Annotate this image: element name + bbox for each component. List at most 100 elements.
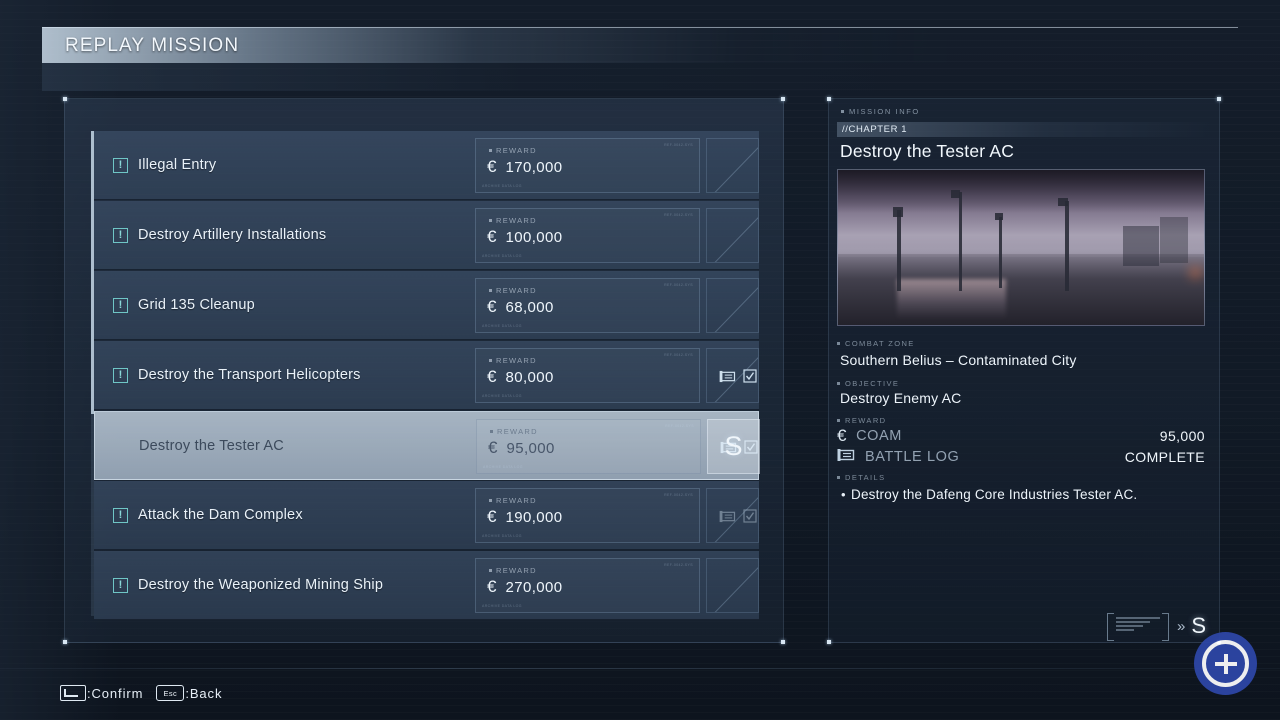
thumbnail-tower-cap xyxy=(1057,197,1068,206)
thumbnail-building xyxy=(1160,216,1189,263)
rank-chevron-icon: » xyxy=(1176,617,1185,635)
bullet-square-icon xyxy=(489,219,492,222)
mission-rank-footer: » S xyxy=(1084,611,1206,641)
mission-rank-box xyxy=(706,488,759,543)
thumbnail-fire-glow xyxy=(1191,267,1200,277)
coam-icon: € xyxy=(487,297,497,316)
objective-label: OBJECTIVE xyxy=(837,379,899,388)
empty-rank-slash-icon xyxy=(711,209,758,262)
mission-row[interactable]: ! Destroy Artillery Installations REF-00… xyxy=(94,201,759,270)
replay-mission-screen: REPLAY MISSION ! Illegal Entry REF-0042-… xyxy=(0,0,1280,720)
battle-log-value: COMPLETE xyxy=(1124,449,1205,465)
coam-icon: € xyxy=(837,426,848,445)
combat-zone-label-text: COMBAT ZONE xyxy=(845,339,915,348)
mission-row[interactable]: ! Illegal Entry REF-0042-SYS ARCHIVE DAT… xyxy=(94,131,759,200)
thumbnail-tower xyxy=(896,210,901,291)
coam-value: 95,000 xyxy=(1159,428,1205,444)
mission-reward-box: REF-0042-SYS ARCHIVE DATA LOG REWARD € 1… xyxy=(475,488,757,543)
mission-row[interactable]: ! Destroy the Weaponized Mining Ship REF… xyxy=(94,551,759,620)
corner-marker xyxy=(63,97,67,101)
mission-list-panel: ! Illegal Entry REF-0042-SYS ARCHIVE DAT… xyxy=(63,97,785,644)
thumbnail-tower xyxy=(999,216,1003,288)
chapter-label: //CHAPTER 1 xyxy=(842,124,908,135)
bullet-square-icon xyxy=(837,476,840,479)
mission-reward-value: 100,000 xyxy=(505,229,563,246)
mission-reward-box: REF-0042-SYS ARCHIVE DATA LOG REWARD € 6… xyxy=(475,278,700,333)
mission-reward-label: REWARD xyxy=(489,496,537,505)
corner-marker xyxy=(781,97,785,101)
details-label-text: DETAILS xyxy=(845,473,886,482)
coam-icon: € xyxy=(488,438,498,457)
bullet-square-icon xyxy=(489,499,492,502)
mission-row[interactable]: ! Grid 135 Cleanup REF-0042-SYS ARCHIVE … xyxy=(94,271,759,340)
mission-row[interactable]: ! Destroy the Transport Helicopters REF-… xyxy=(94,341,759,410)
objective-value: Destroy Enemy AC xyxy=(840,390,962,406)
bullet-square-icon xyxy=(489,359,492,362)
chapter-banner: //CHAPTER 1 xyxy=(837,122,1213,137)
coam-icon: € xyxy=(487,577,497,596)
mission-reward-amount: € 170,000 xyxy=(487,158,563,176)
details-text: Destroy the Dafeng Core Industries Teste… xyxy=(851,487,1138,502)
confirm-hint[interactable]: :Confirm xyxy=(60,685,143,701)
footer-separator xyxy=(0,668,1280,669)
empty-rank-slash-icon xyxy=(711,139,758,192)
esc-key-icon: Esc xyxy=(156,685,185,701)
watermark-bar-icon xyxy=(1214,661,1237,666)
page-title: REPLAY MISSION xyxy=(65,34,240,56)
decorative-microtext: REF-0042-SYS xyxy=(664,213,693,217)
mission-reward-label: REWARD xyxy=(489,286,537,295)
battle-log-left: BATTLE LOG xyxy=(837,448,959,466)
mission-rank-letter: S xyxy=(1191,613,1206,638)
coam-icon: € xyxy=(487,227,497,246)
mission-name: Destroy Artillery Installations xyxy=(138,227,327,243)
bullet-square-icon xyxy=(490,430,493,433)
bullet-square-icon xyxy=(837,419,840,422)
coam-icon: € xyxy=(487,157,497,176)
decorative-microtext: REF-0042-SYS xyxy=(665,424,694,428)
mission-reward-box: REF-0042-SYS ARCHIVE DATA LOG REWARD € 8… xyxy=(475,348,757,403)
objective-label-text: OBJECTIVE xyxy=(845,379,900,388)
mission-thumbnail xyxy=(837,169,1205,326)
mission-reward-label: REWARD xyxy=(490,427,538,436)
rank-bracket-decoration xyxy=(1106,613,1169,641)
thumbnail-tower-cap xyxy=(892,207,903,218)
mission-row[interactable]: ! Destroy the Tester AC REF-0042-SYS ARC… xyxy=(94,411,760,480)
decorative-microtext: ARCHIVE DATA LOG xyxy=(482,604,522,608)
site-watermark-logo xyxy=(1194,632,1257,695)
mission-reward-amount: € 68,000 xyxy=(487,298,554,316)
mission-reward-amount: € 95,000 xyxy=(488,439,555,457)
mission-info-title: Destroy the Tester AC xyxy=(840,141,1015,161)
mission-rank-box xyxy=(706,558,759,613)
mission-alert-icon: ! xyxy=(113,367,128,383)
mission-name: Grid 135 Cleanup xyxy=(138,297,255,313)
corner-marker xyxy=(1217,97,1221,101)
decorative-microtext: REF-0042-SYS xyxy=(664,143,693,147)
decorative-microtext: ARCHIVE DATA LOG xyxy=(482,184,522,188)
thumbnail-tower xyxy=(1064,201,1069,291)
battle-log-label: BATTLE LOG xyxy=(865,449,960,465)
thumbnail-water-reflection xyxy=(896,278,1007,319)
mission-alert-icon: ! xyxy=(113,577,128,593)
back-hint[interactable]: Esc :Back xyxy=(156,685,222,701)
thumbnail-tower xyxy=(958,191,962,291)
mission-reward-label: REWARD xyxy=(489,566,537,575)
bullet-square-icon xyxy=(489,569,492,572)
decorative-microtext: REF-0042-SYS xyxy=(664,493,693,497)
mission-reward-label: REWARD xyxy=(489,216,537,225)
mission-list[interactable]: ! Illegal Entry REF-0042-SYS ARCHIVE DAT… xyxy=(91,131,760,620)
corner-marker xyxy=(827,97,831,101)
empty-rank-slash-icon xyxy=(711,349,758,402)
decorative-microtext: ARCHIVE DATA LOG xyxy=(482,324,522,328)
corner-marker xyxy=(827,640,831,644)
decorative-microtext: ARCHIVE DATA LOG xyxy=(482,534,522,538)
mission-row[interactable]: ! Attack the Dam Complex REF-0042-SYS AR… xyxy=(94,481,759,550)
empty-rank-slash-icon xyxy=(711,489,758,542)
enter-key-icon xyxy=(60,685,86,701)
mission-rank-letter: S xyxy=(724,431,743,461)
page-header: REPLAY MISSION xyxy=(42,27,1238,63)
rank-bracket-lines xyxy=(1115,617,1160,633)
mission-rank-box xyxy=(706,348,759,403)
corner-marker xyxy=(781,640,785,644)
combat-zone-value: Southern Belius – Contaminated City xyxy=(840,352,1077,368)
mission-reward-amount: € 80,000 xyxy=(487,368,554,386)
